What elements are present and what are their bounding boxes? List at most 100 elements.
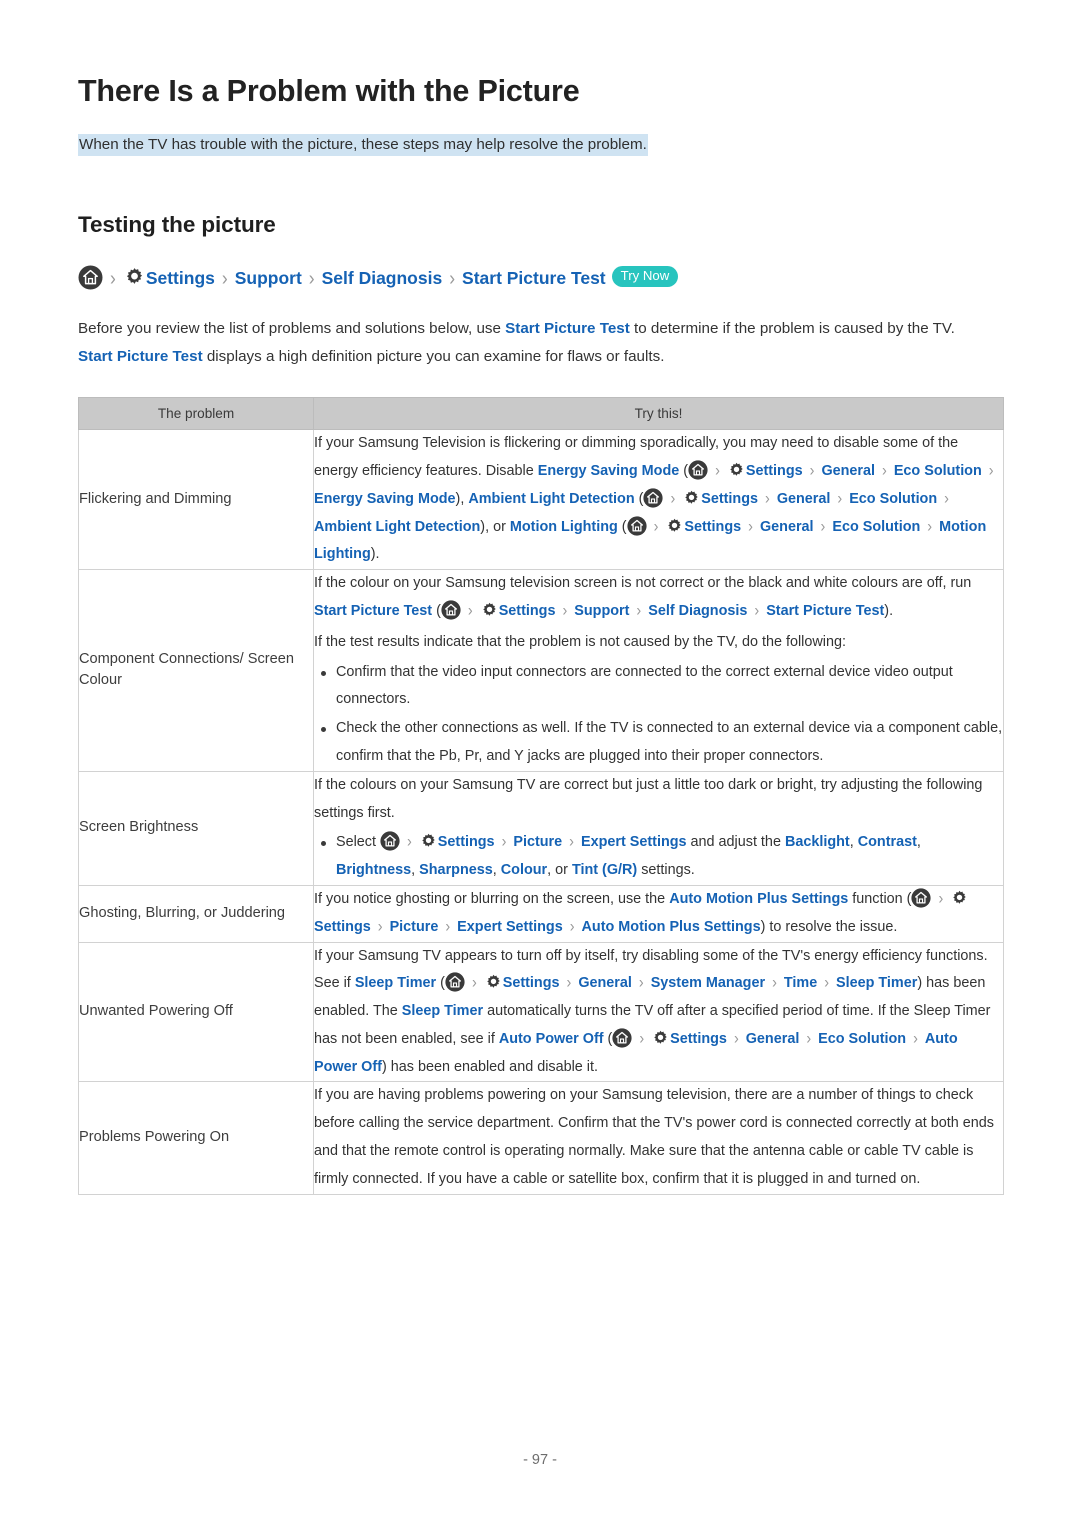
link-settings[interactable]: Settings: [684, 519, 741, 535]
link-sleep-timer[interactable]: Sleep Timer: [355, 975, 436, 991]
gear-icon[interactable]: [123, 266, 146, 289]
separator: ›: [837, 489, 843, 508]
link-eco-solution[interactable]: Eco Solution: [894, 463, 982, 479]
link-picture[interactable]: Picture: [513, 834, 562, 850]
intro-link-start-picture-test[interactable]: Start Picture Test: [505, 320, 630, 337]
home-icon[interactable]: [380, 831, 400, 851]
link-settings[interactable]: Settings: [438, 834, 495, 850]
home-icon[interactable]: [612, 1028, 632, 1048]
separator: ›: [927, 517, 933, 536]
separator: ›: [377, 917, 383, 936]
link-brightness[interactable]: Brightness: [336, 862, 411, 878]
separator: ›: [569, 832, 574, 852]
link-auto-motion-plus-settings[interactable]: Auto Motion Plus Settings: [582, 919, 761, 935]
home-icon[interactable]: [441, 600, 461, 620]
home-icon[interactable]: [445, 972, 465, 992]
table-header-row: The problem Try this!: [78, 397, 1004, 431]
link-eco-solution[interactable]: Eco Solution: [832, 519, 920, 535]
gear-icon[interactable]: [950, 889, 969, 908]
link-general[interactable]: General: [821, 463, 875, 479]
problem-label: Ghosting, Blurring, or Juddering: [78, 884, 314, 943]
link-auto-power-off[interactable]: Auto Power Off: [499, 1031, 604, 1047]
problems-table: The problem Try this! Flickering and Dim…: [78, 397, 1004, 1195]
link-general[interactable]: General: [777, 491, 831, 507]
gear-icon[interactable]: [682, 489, 701, 508]
gear-icon[interactable]: [480, 601, 499, 620]
home-icon[interactable]: [626, 515, 647, 536]
separator: ›: [913, 1029, 918, 1048]
gear-icon[interactable]: [665, 517, 684, 536]
link-ambient-light-detection[interactable]: Ambient Light Detection: [314, 519, 480, 535]
link-auto-motion-plus-settings[interactable]: Auto Motion Plus Settings: [669, 891, 848, 907]
link-settings[interactable]: Settings: [746, 463, 803, 479]
gear-icon[interactable]: [484, 973, 503, 992]
separator: ›: [638, 973, 644, 993]
breadcrumb: › Settings › Support › Self Diagnosis › …: [78, 263, 1003, 293]
list-item: Confirm that the video input connectors …: [314, 659, 1003, 715]
home-icon[interactable]: [911, 888, 932, 908]
link-ambient-light-detection[interactable]: Ambient Light Detection: [468, 491, 634, 507]
answer-text: ) has been enabled and disable it.: [381, 1058, 598, 1075]
link-settings[interactable]: Settings: [499, 603, 556, 619]
breadcrumb-item-settings[interactable]: Settings: [146, 263, 215, 293]
link-general[interactable]: General: [760, 519, 814, 535]
link-tint[interactable]: Tint (G/R): [572, 862, 637, 878]
separator: ›: [882, 461, 887, 481]
link-general[interactable]: General: [746, 1031, 800, 1047]
table-row: Ghosting, Blurring, or Juddering If you …: [78, 884, 1004, 943]
try-now-badge[interactable]: Try Now: [611, 265, 679, 288]
link-sleep-timer[interactable]: Sleep Timer: [836, 975, 917, 991]
link-backlight[interactable]: Backlight: [785, 834, 850, 850]
answer-cell: If the colours on your Samsung TV are co…: [313, 770, 1004, 886]
list-item: Check the other connections as well. If …: [314, 715, 1003, 771]
link-sharpness[interactable]: Sharpness: [419, 862, 493, 878]
home-icon[interactable]: [688, 460, 708, 480]
problem-label: Unwanted Powering Off: [78, 941, 314, 1083]
link-contrast[interactable]: Contrast: [858, 834, 917, 850]
problem-label: Problems Powering On: [78, 1081, 314, 1195]
separator: ›: [820, 517, 826, 536]
link-settings[interactable]: Settings: [670, 1031, 727, 1047]
link-energy-saving-mode[interactable]: Energy Saving Mode: [538, 463, 680, 479]
link-colour[interactable]: Colour: [501, 862, 547, 878]
link-settings[interactable]: Settings: [503, 975, 560, 991]
link-time[interactable]: Time: [784, 975, 817, 991]
answer-text: settings.: [637, 862, 695, 879]
home-icon[interactable]: [78, 265, 103, 290]
link-general[interactable]: General: [578, 975, 632, 991]
link-eco-solution[interactable]: Eco Solution: [818, 1031, 906, 1047]
page-title: There Is a Problem with the Picture: [78, 74, 580, 108]
list-item: Select › Settings › Picture › Expert Settings…: [314, 829, 1003, 885]
link-energy-saving-mode[interactable]: Energy Saving Mode: [314, 491, 456, 507]
breadcrumb-item-support[interactable]: Support: [235, 263, 302, 293]
link-eco-solution[interactable]: Eco Solution: [849, 491, 937, 507]
intro-link-start-picture-test-2[interactable]: Start Picture Test: [78, 348, 203, 365]
link-start-picture-test[interactable]: Start Picture Test: [766, 603, 884, 619]
breadcrumb-item-self-diagnosis[interactable]: Self Diagnosis: [322, 263, 443, 293]
gear-icon[interactable]: [419, 832, 438, 851]
breadcrumb-item-start-picture-test[interactable]: Start Picture Test: [462, 263, 606, 293]
link-system-manager[interactable]: System Manager: [651, 975, 765, 991]
link-start-picture-test[interactable]: Start Picture Test: [314, 603, 432, 619]
separator: ›: [824, 973, 829, 993]
link-expert-settings[interactable]: Expert Settings: [457, 919, 563, 935]
intro-text-b: to determine if the problem is caused by…: [629, 319, 955, 337]
link-settings[interactable]: Settings: [314, 919, 371, 935]
breadcrumb-separator: ›: [221, 266, 228, 290]
answer-text: (: [603, 1030, 613, 1047]
answer-text: (: [617, 518, 627, 535]
link-support[interactable]: Support: [574, 603, 629, 619]
separator: ›: [467, 601, 473, 621]
link-settings[interactable]: Settings: [701, 491, 758, 507]
link-sleep-timer[interactable]: Sleep Timer: [402, 1003, 483, 1019]
link-picture[interactable]: Picture: [390, 919, 439, 935]
home-icon[interactable]: [643, 488, 664, 508]
answer-text: (: [634, 490, 644, 507]
link-expert-settings[interactable]: Expert Settings: [581, 834, 687, 850]
link-self-diagnosis[interactable]: Self Diagnosis: [648, 603, 747, 619]
gear-icon[interactable]: [651, 1029, 670, 1048]
separator: ›: [772, 973, 777, 993]
column-header-try-this: Try this!: [313, 397, 1004, 431]
gear-icon[interactable]: [727, 461, 746, 480]
link-motion-lighting[interactable]: Motion Lighting: [510, 519, 618, 535]
